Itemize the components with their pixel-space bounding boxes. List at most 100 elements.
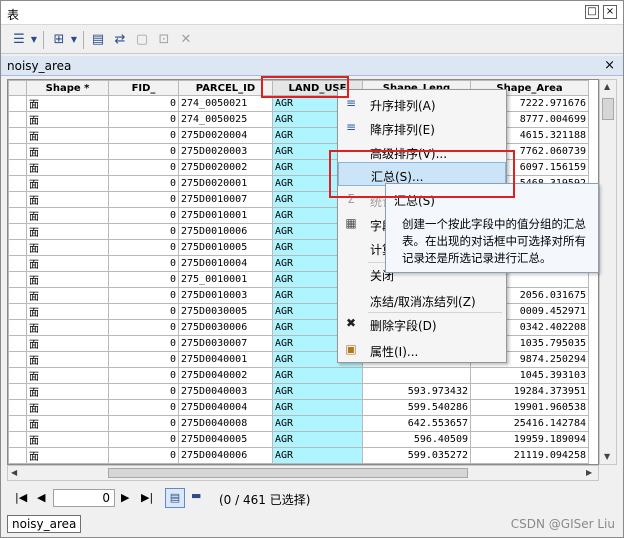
cell-fid[interactable]: 0 [108, 399, 179, 416]
cell-fid[interactable]: 0 [108, 367, 179, 384]
cell-shape[interactable]: 面 [26, 207, 109, 224]
close-tab-icon[interactable]: × [604, 58, 615, 73]
bottom-table-tab[interactable]: noisy_area [7, 515, 82, 533]
cell-land-use[interactable]: AGR [272, 367, 363, 384]
row-selector[interactable] [8, 335, 27, 352]
cell-land-use[interactable]: AGR [272, 415, 363, 432]
cell-parcel-id[interactable]: 275D0040002 [178, 367, 273, 384]
current-record-input[interactable]: 0 [53, 489, 115, 507]
cell-shape-area[interactable]: 19284.373951 [470, 383, 589, 400]
cell-shape[interactable]: 面 [26, 143, 109, 160]
last-record-icon[interactable]: ▶| [141, 491, 153, 504]
row-selector[interactable] [8, 111, 27, 128]
cell-parcel-id[interactable]: 275D0040005 [178, 431, 273, 448]
scroll-down-icon[interactable]: ▼ [604, 452, 610, 461]
row-selector[interactable] [8, 255, 27, 272]
row-selector[interactable] [8, 319, 27, 336]
close-window-button[interactable]: × [603, 5, 617, 19]
cell-land-use[interactable]: AGR [272, 383, 363, 400]
cell-parcel-id[interactable]: 275D0030006 [178, 319, 273, 336]
row-selector[interactable] [8, 287, 27, 304]
column-header-fid[interactable]: FID_ [108, 80, 179, 96]
cell-fid[interactable]: 0 [108, 159, 179, 176]
cell-fid[interactable]: 0 [108, 383, 179, 400]
row-selector[interactable] [8, 239, 27, 256]
cell-parcel-id[interactable]: 275D0040004 [178, 399, 273, 416]
delete-selected-icon[interactable]: ✕ [177, 32, 195, 48]
cell-land-use[interactable]: AGR [272, 399, 363, 416]
cell-parcel-id[interactable]: 275D0020003 [178, 143, 273, 160]
table-options-icon[interactable]: ☰ [9, 32, 29, 48]
cell-shape[interactable]: 面 [26, 271, 109, 288]
select-by-attributes-icon[interactable]: ▤ [89, 32, 107, 48]
cell-shape[interactable]: 面 [26, 287, 109, 304]
cell-shape[interactable]: 面 [26, 175, 109, 192]
table-row[interactable]: 面 0 275D0040003 AGR 593.973432 19284.373951 [8, 383, 589, 400]
scroll-right-icon[interactable]: ▶ [586, 468, 592, 477]
cell-parcel-id[interactable]: 275D0010003 [178, 287, 273, 304]
cell-shape[interactable]: 面 [26, 431, 109, 448]
row-selector[interactable] [8, 351, 27, 368]
cell-shape-area[interactable]: 19901.960538 [470, 399, 589, 416]
table-options-dropdown-icon[interactable]: ▼ [29, 32, 39, 48]
cell-fid[interactable]: 0 [108, 127, 179, 144]
row-selector-header[interactable] [8, 80, 27, 96]
cell-land-use[interactable]: AGR [272, 431, 363, 448]
show-all-records-icon[interactable]: ▤ [165, 488, 185, 508]
cell-parcel-id[interactable]: 274_0050025 [178, 111, 273, 128]
cell-shape[interactable]: 面 [26, 415, 109, 432]
vertical-scrollbar[interactable]: ▲ ▼ [599, 79, 617, 465]
cell-shape[interactable]: 面 [26, 111, 109, 128]
cell-parcel-id[interactable]: 275D0020001 [178, 175, 273, 192]
cell-shape-area[interactable]: 21119.094258 [470, 447, 589, 464]
row-selector[interactable] [8, 95, 27, 112]
row-selector[interactable] [8, 303, 27, 320]
cell-parcel-id[interactable]: 275D0040001 [178, 351, 273, 368]
cell-shape[interactable]: 面 [26, 191, 109, 208]
cell-fid[interactable]: 0 [108, 175, 179, 192]
column-header-parcel-id[interactable]: PARCEL_ID [178, 80, 273, 96]
horizontal-scroll-thumb[interactable] [108, 468, 468, 478]
related-tables-dropdown-icon[interactable]: ▼ [69, 32, 79, 48]
menu-item-freeze-column[interactable]: 冻结/取消冻结列(Z) [338, 288, 506, 312]
first-record-icon[interactable]: |◀ [15, 491, 27, 504]
menu-item-sort-descending[interactable]: ≡ 降序排列(E) [338, 116, 506, 140]
cell-parcel-id[interactable]: 275D0010005 [178, 239, 273, 256]
cell-parcel-id[interactable]: 275D0040006 [178, 447, 273, 464]
cell-fid[interactable]: 0 [108, 95, 179, 112]
cell-shape-area[interactable]: 25416.142784 [470, 415, 589, 432]
cell-shape[interactable]: 面 [26, 383, 109, 400]
cell-fid[interactable]: 0 [108, 239, 179, 256]
cell-shape[interactable]: 面 [26, 351, 109, 368]
row-selector[interactable] [8, 271, 27, 288]
clear-selection-icon[interactable]: ▢ [133, 32, 151, 48]
related-tables-icon[interactable]: ⊞ [49, 32, 69, 48]
previous-record-icon[interactable]: ◀ [37, 491, 45, 504]
cell-parcel-id[interactable]: 275D0010001 [178, 207, 273, 224]
cell-parcel-id[interactable]: 275_0010001 [178, 271, 273, 288]
cell-land-use[interactable]: AGR [272, 447, 363, 464]
cell-fid[interactable]: 0 [108, 271, 179, 288]
row-selector[interactable] [8, 127, 27, 144]
cell-shape[interactable]: 面 [26, 447, 109, 464]
cell-shape[interactable]: 面 [26, 95, 109, 112]
menu-item-properties[interactable]: ▣ 属性(I)... [338, 338, 506, 362]
cell-shape[interactable]: 面 [26, 255, 109, 272]
cell-shape[interactable]: 面 [26, 303, 109, 320]
cell-fid[interactable]: 0 [108, 335, 179, 352]
cell-fid[interactable]: 0 [108, 143, 179, 160]
cell-parcel-id[interactable]: 275D0010007 [178, 191, 273, 208]
row-selector[interactable] [8, 143, 27, 160]
cell-fid[interactable]: 0 [108, 287, 179, 304]
cell-shape-leng[interactable]: 593.973432 [362, 383, 471, 400]
cell-fid[interactable]: 0 [108, 351, 179, 368]
cell-shape-leng[interactable]: 596.40509 [362, 431, 471, 448]
table-row[interactable]: 面 0 275D0040002 AGR 1045.393103 [8, 367, 589, 384]
cell-parcel-id[interactable]: 274_0050021 [178, 95, 273, 112]
cell-parcel-id[interactable]: 275D0020004 [178, 127, 273, 144]
vertical-scroll-thumb[interactable] [602, 98, 614, 120]
cell-parcel-id[interactable]: 275D0010006 [178, 223, 273, 240]
cell-fid[interactable]: 0 [108, 223, 179, 240]
row-selector[interactable] [8, 415, 27, 432]
row-selector[interactable] [8, 367, 27, 384]
